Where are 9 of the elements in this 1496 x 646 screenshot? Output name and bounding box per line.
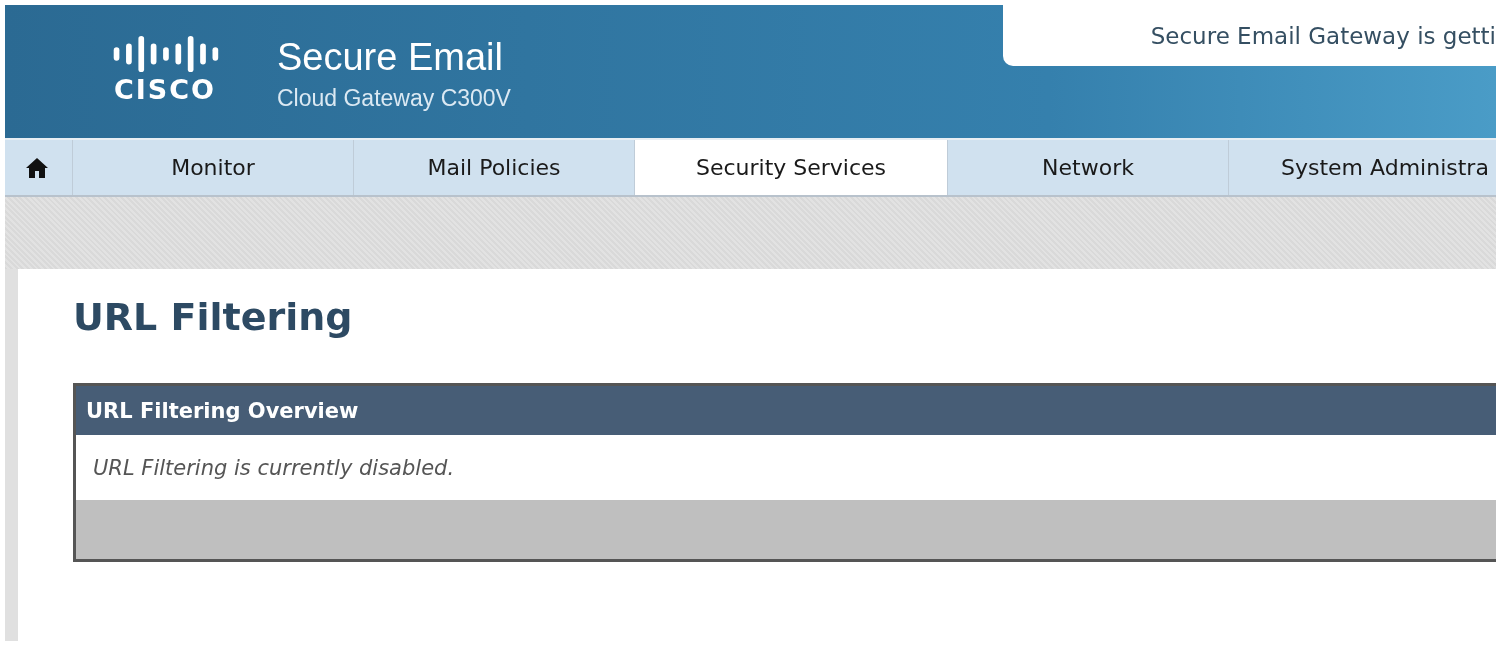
logo-text: CISCO [113, 75, 217, 105]
product-subtitle: Cloud Gateway C300V [277, 84, 511, 113]
home-icon [25, 155, 49, 180]
panel-title: URL Filtering Overview [76, 386, 1496, 435]
product-title: Secure Email [277, 35, 504, 79]
status-message: URL Filtering is currently disabled. [76, 435, 1496, 500]
nav-tab[interactable]: Security Services [634, 140, 947, 195]
notification-banner: Secure Email Gateway is getti [1003, 5, 1496, 66]
page-title: URL Filtering [73, 294, 354, 341]
